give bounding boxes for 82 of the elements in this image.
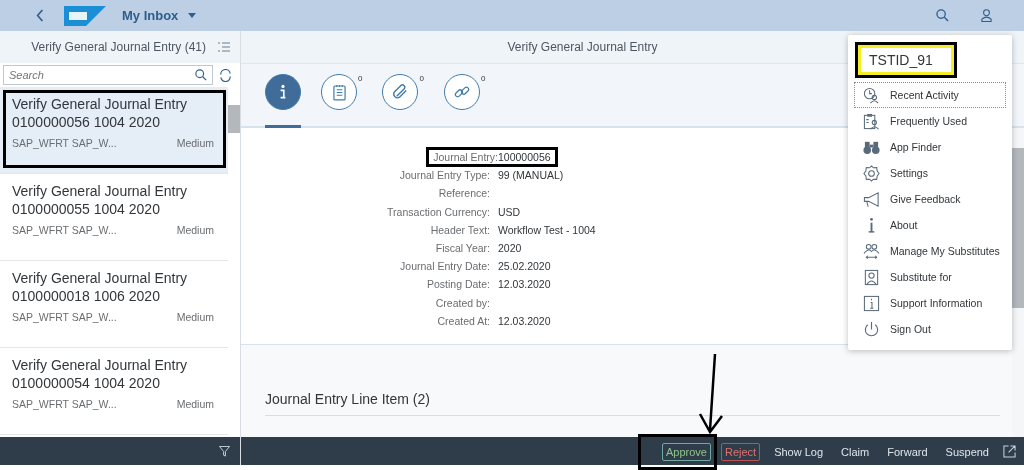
- field-value: Workflow Test - 1004: [498, 223, 596, 236]
- field-label: Header Text:: [430, 223, 490, 236]
- field-value: 99 (MANUAL): [498, 169, 564, 182]
- field-label: Reference:: [438, 187, 490, 200]
- action-button[interactable]: Forward: [883, 442, 932, 461]
- list-item[interactable]: Verify General Journal Entry 0100000056 1004 2020 SAP_WFRT SAP_W... Medium: [0, 87, 228, 174]
- menu-item[interactable]: Frequently Used: [854, 108, 1006, 134]
- megaphone-icon: [863, 190, 880, 208]
- back-icon[interactable]: [36, 9, 44, 22]
- field-label: Created At:: [437, 314, 490, 327]
- search-icon[interactable]: [195, 69, 207, 81]
- paperclip-icon: [391, 83, 409, 101]
- item-title: Verify General Journal Entry: [12, 95, 189, 113]
- field-label: Created by:: [435, 296, 490, 309]
- action-button[interactable]: Show Log: [770, 442, 828, 461]
- action-button[interactable]: Claim: [837, 442, 874, 461]
- field-value: 25.02.2020: [498, 260, 551, 273]
- search-icon[interactable]: [936, 9, 949, 22]
- info-box-icon: [863, 294, 880, 312]
- field-label: Journal Entry Type:: [399, 169, 490, 182]
- detail-title: Verify General Journal Entry: [507, 40, 658, 54]
- menu-item[interactable]: Support Information: [854, 290, 1006, 316]
- link-icon: [453, 84, 470, 100]
- menu-item[interactable]: Sign Out: [854, 316, 1006, 342]
- tab[interactable]: [265, 74, 301, 128]
- search-field[interactable]: Search: [3, 65, 213, 85]
- menu-item[interactable]: Give Feedback: [854, 186, 1006, 212]
- item-priority: Medium: [176, 398, 214, 410]
- item-creator: SAP_WFRT SAP_W...: [12, 137, 117, 149]
- field-label: Posting Date:: [426, 278, 490, 291]
- item-number: 0100000018 1006 2020: [12, 287, 161, 305]
- power-icon: [863, 320, 880, 338]
- field-label: Journal Entry Date:: [400, 260, 490, 273]
- menu-item[interactable]: App Finder: [854, 134, 1006, 160]
- item-creator: SAP_WFRT SAP_W...: [12, 311, 117, 323]
- item-creator: SAP_WFRT SAP_W...: [12, 224, 117, 236]
- clock-person-icon: [863, 86, 880, 104]
- item-number: 0100000055 1004 2020: [12, 200, 161, 218]
- item-number: 0100000054 1004 2020: [12, 374, 161, 392]
- field-value: 12.03.2020: [498, 314, 551, 327]
- app-title[interactable]: My Inbox: [122, 8, 179, 23]
- tab-count: 0: [358, 74, 363, 83]
- person-icon: [863, 268, 880, 286]
- item-priority: Medium: [176, 311, 214, 323]
- info-icon: [279, 83, 287, 101]
- caret-icon[interactable]: [188, 13, 197, 18]
- field-label: Journal Entry:: [426, 147, 498, 168]
- item-priority: Medium: [176, 224, 214, 236]
- share-icon[interactable]: [1003, 444, 1016, 458]
- menu-item[interactable]: Recent Activity: [854, 82, 1006, 108]
- notepad-icon: [332, 83, 346, 101]
- clipboard-person-icon: [863, 112, 880, 130]
- field-value: USD: [498, 205, 521, 218]
- menu-item[interactable]: Settings: [854, 160, 1006, 186]
- menu-item[interactable]: Manage My Substitutes: [854, 238, 1006, 264]
- item-title: Verify General Journal Entry: [12, 356, 189, 374]
- user-icon[interactable]: [981, 9, 992, 22]
- people-icon: [863, 242, 880, 260]
- action-button[interactable]: Suspend: [941, 442, 993, 461]
- item-title: Verify General Journal Entry: [12, 269, 189, 287]
- refresh-icon[interactable]: [219, 68, 232, 82]
- list-title: Verify General Journal Entry (41): [31, 40, 206, 54]
- filter-icon[interactable]: [219, 445, 230, 457]
- menu-item[interactable]: Substitute for: [854, 264, 1006, 290]
- tab-count: 0: [480, 74, 486, 83]
- field-label: Fiscal Year:: [435, 242, 490, 255]
- section-title: Journal Entry Line Item (2): [265, 390, 1000, 416]
- item-priority: Medium: [176, 137, 214, 149]
- logo-icon: [64, 5, 106, 26]
- field-label: Transaction Currency:: [387, 205, 490, 218]
- action-button[interactable]: Approve: [662, 442, 711, 461]
- scrollbar[interactable]: [1012, 128, 1024, 437]
- item-number: 0100000056 1004 2020: [12, 113, 161, 131]
- item-title: Verify General Journal Entry: [12, 182, 189, 200]
- menu-item[interactable]: About: [854, 212, 1006, 238]
- field-value: 2020: [498, 242, 522, 255]
- user-id: TSTID_91: [858, 45, 954, 75]
- item-creator: SAP_WFRT SAP_W...: [12, 398, 117, 410]
- settings-icon: [863, 164, 880, 182]
- action-button[interactable]: Reject: [720, 442, 761, 461]
- field-value: 12.03.2020: [498, 278, 551, 291]
- tab-count: 0: [419, 74, 424, 83]
